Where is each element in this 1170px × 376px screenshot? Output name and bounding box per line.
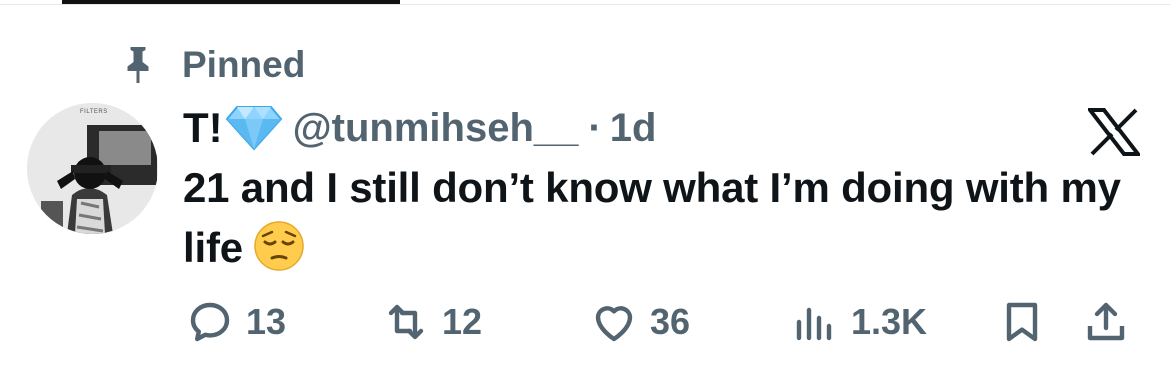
avatar-photo	[27, 103, 158, 234]
repost-button[interactable]: 12	[382, 292, 482, 352]
reply-icon	[190, 302, 230, 342]
pensive-face-emoji-icon	[254, 221, 304, 271]
like-count: 36	[650, 301, 691, 342]
tweet-text: 21 and I still don’t know what I’m doing…	[183, 158, 1143, 278]
top-tab-indicator	[62, 0, 400, 4]
action-bar: 13 12 36 1.3K	[186, 292, 1146, 352]
views-button[interactable]: 1.3K	[791, 292, 927, 352]
bookmark-button[interactable]	[998, 292, 1046, 352]
view-count: 1.3K	[851, 301, 928, 342]
reply-count: 13	[246, 301, 287, 342]
avatar[interactable]: FILTERS	[27, 103, 158, 234]
pinned-indicator: Pinned	[120, 40, 305, 90]
analytics-icon	[796, 307, 832, 341]
post-time[interactable]: 1d	[610, 106, 657, 151]
repost-count: 12	[442, 301, 483, 342]
author-handle[interactable]: @tunmihseh__	[293, 106, 579, 151]
tweet-header: T! @tunmihseh__ · 1d	[183, 100, 656, 156]
author-name[interactable]: T!	[183, 104, 223, 152]
pin-icon	[127, 47, 149, 83]
tweet-text-content: 21 and I still don’t know what I’m doing…	[183, 164, 1121, 271]
pinned-label: Pinned	[182, 44, 306, 85]
gem-emoji-icon	[225, 106, 282, 151]
heart-icon	[595, 306, 633, 342]
x-logo-icon[interactable]	[1088, 108, 1140, 156]
bookmark-icon	[1006, 302, 1038, 342]
separator-dot: ·	[588, 105, 602, 150]
like-button[interactable]: 36	[590, 292, 690, 352]
share-button[interactable]	[1082, 292, 1130, 352]
repost-icon	[388, 304, 424, 340]
avatar-caption: FILTERS	[80, 109, 108, 115]
reply-button[interactable]: 13	[186, 292, 286, 352]
share-icon	[1087, 302, 1125, 341]
